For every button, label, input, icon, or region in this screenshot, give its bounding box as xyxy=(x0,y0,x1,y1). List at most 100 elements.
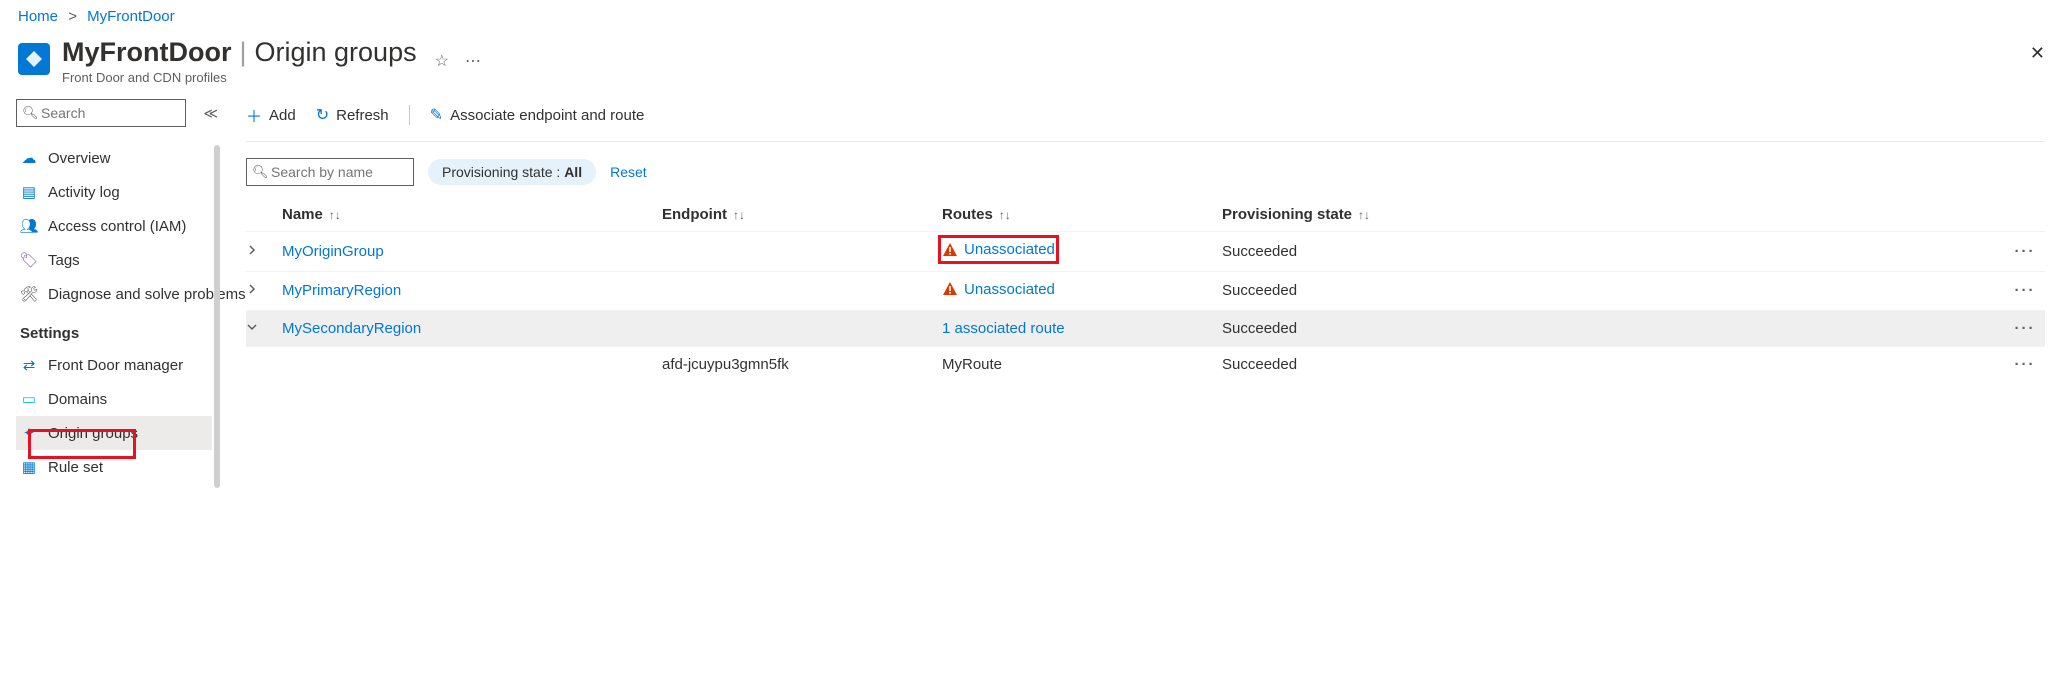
section-name: Origin groups xyxy=(255,37,417,68)
origin-group-name-link[interactable]: MySecondaryRegion xyxy=(282,320,421,337)
filter-search-input[interactable] xyxy=(246,158,414,186)
sidebar-item-frontdoor-manager[interactable]: ⇄ Front Door manager xyxy=(16,348,212,382)
row-more-actions-icon[interactable]: ··· xyxy=(2005,243,2045,260)
add-button-label: Add xyxy=(269,107,296,124)
sidebar-item-rule-set[interactable]: ▦ Rule set xyxy=(16,450,212,484)
row-more-actions-icon[interactable]: ··· xyxy=(2005,282,2045,299)
tag-icon: 🏷 xyxy=(20,251,38,269)
refresh-button-label: Refresh xyxy=(336,107,389,124)
refresh-button[interactable]: ↻ Refresh xyxy=(316,105,389,125)
sidebar-nav: ☁ Overview ▤ Activity log 👥︎ Access cont… xyxy=(16,141,218,484)
sidebar-item-origin-groups[interactable]: ✦ Origin groups xyxy=(16,416,212,450)
cloud-icon: ☁ xyxy=(20,149,38,167)
pill-key: Provisioning state : xyxy=(442,164,560,180)
collapse-sidebar-icon[interactable]: ≪ xyxy=(203,105,218,122)
sidebar-item-tags[interactable]: 🏷 Tags xyxy=(16,243,212,277)
routes-cell: Unassociated xyxy=(942,281,1055,298)
filter-search: 🔍︎ xyxy=(246,158,414,186)
log-icon: ▤ xyxy=(20,183,38,201)
table-row: MyPrimaryRegion Unassociated Succeeded ··· xyxy=(246,271,2045,311)
sidebar-item-overview[interactable]: ☁ Overview xyxy=(16,141,212,175)
close-button[interactable]: ✕ xyxy=(2030,43,2045,64)
command-toolbar: ＋ Add ↻ Refresh ✎ Associate endpoint and… xyxy=(246,99,2045,142)
title-separator: | xyxy=(239,37,246,68)
sidebar-item-label: Activity log xyxy=(48,184,120,201)
breadcrumb-current-link[interactable]: MyFrontDoor xyxy=(87,8,175,25)
table-row: afd-jcuypu3gmn5fkMyRoute Succeeded ··· xyxy=(246,346,2045,382)
routes-link[interactable]: Unassociated xyxy=(964,241,1055,258)
sidebar-item-domains[interactable]: ▭ Domains xyxy=(16,382,212,416)
col-header-name[interactable]: Name↑↓ xyxy=(282,206,662,223)
associate-button[interactable]: ✎ Associate endpoint and route xyxy=(430,105,645,125)
sort-icon: ↑↓ xyxy=(733,208,745,222)
origin-icon: ✦ xyxy=(20,424,38,442)
add-button[interactable]: ＋ Add xyxy=(246,103,296,127)
chevron-right-icon[interactable] xyxy=(246,283,258,295)
provisioning-state-cell: Succeeded xyxy=(1222,356,1462,373)
origin-group-name-link[interactable]: MyOriginGroup xyxy=(282,243,384,260)
warning-icon xyxy=(942,242,958,258)
provisioning-state-cell: Succeeded xyxy=(1222,282,1462,299)
page-title: MyFrontDoor | Origin groups xyxy=(62,37,417,68)
sidebar-item-label: Domains xyxy=(48,391,107,408)
col-header-state[interactable]: Provisioning state↑↓ xyxy=(1222,206,1462,223)
sidebar-search: 🔍︎ xyxy=(16,99,195,127)
sort-icon: ↑↓ xyxy=(999,208,1011,222)
routes-cell: Unassociated xyxy=(942,241,1055,258)
wrench-icon: 🛠 xyxy=(20,285,38,303)
resource-icon xyxy=(18,43,50,75)
provisioning-state-filter-pill[interactable]: Provisioning state : All xyxy=(428,159,596,185)
table-header-row: Name↑↓ Endpoint↑↓ Routes↑↓ Provisioning … xyxy=(246,198,2045,231)
more-actions-icon[interactable]: ⋯ xyxy=(465,51,481,71)
provisioning-state-cell: Succeeded xyxy=(1222,243,1462,260)
favorite-star-icon[interactable]: ☆ xyxy=(435,51,449,71)
people-icon: 👥︎ xyxy=(20,217,38,235)
origin-group-name-link[interactable]: MyPrimaryRegion xyxy=(282,282,401,299)
routes-cell: 1 associated route xyxy=(942,320,1065,337)
sidebar-item-label: Origin groups xyxy=(48,425,138,442)
sidebar: 🔍︎ ≪ ☁ Overview ▤ Activity log 👥︎ Access… xyxy=(0,99,218,484)
provisioning-state-cell: Succeeded xyxy=(1222,320,1462,337)
table-row: MyOriginGroup Unassociated Succeeded ··· xyxy=(246,231,2045,271)
search-icon: 🔍︎ xyxy=(252,164,269,180)
col-header-routes[interactable]: Routes↑↓ xyxy=(942,206,1222,223)
sort-icon: ↑↓ xyxy=(329,208,341,222)
associate-button-label: Associate endpoint and route xyxy=(450,107,644,124)
associate-icon: ✎ xyxy=(430,105,443,125)
routes-link[interactable]: Unassociated xyxy=(964,281,1055,298)
sidebar-item-access-control[interactable]: 👥︎ Access control (IAM) xyxy=(16,209,212,243)
toolbar-separator xyxy=(409,105,410,125)
sidebar-section-settings: Settings xyxy=(16,311,212,348)
endpoint-cell: afd-jcuypu3gmn5fk xyxy=(662,356,942,373)
resource-subtitle: Front Door and CDN profiles xyxy=(62,70,417,85)
plus-icon: ＋ xyxy=(246,103,262,127)
sidebar-item-diagnose[interactable]: 🛠 Diagnose and solve problems xyxy=(16,277,212,311)
sidebar-item-label: Access control (IAM) xyxy=(48,218,186,235)
resource-name: MyFrontDoor xyxy=(62,37,231,68)
routes-cell: MyRoute xyxy=(942,356,1002,373)
sort-icon: ↑↓ xyxy=(1358,208,1370,222)
breadcrumb-home-link[interactable]: Home xyxy=(18,8,58,25)
sidebar-item-label: Front Door manager xyxy=(48,357,183,374)
origin-groups-table: Name↑↓ Endpoint↑↓ Routes↑↓ Provisioning … xyxy=(246,198,2045,382)
row-more-actions-icon[interactable]: ··· xyxy=(2005,320,2045,337)
sidebar-item-label: Tags xyxy=(48,252,80,269)
warning-icon xyxy=(942,281,958,297)
sidebar-item-activity-log[interactable]: ▤ Activity log xyxy=(16,175,212,209)
breadcrumb: Home > MyFrontDoor xyxy=(0,0,2065,29)
routes-link[interactable]: 1 associated route xyxy=(942,320,1065,337)
col-header-endpoint[interactable]: Endpoint↑↓ xyxy=(662,206,942,223)
reset-filters-link[interactable]: Reset xyxy=(610,164,647,180)
sidebar-search-input[interactable] xyxy=(16,99,186,127)
sidebar-item-label: Rule set xyxy=(48,459,103,476)
main-content: ＋ Add ↻ Refresh ✎ Associate endpoint and… xyxy=(218,99,2065,484)
chevron-down-icon[interactable] xyxy=(246,321,258,333)
row-more-actions-icon[interactable]: ··· xyxy=(2005,356,2045,373)
filter-row: 🔍︎ Provisioning state : All Reset xyxy=(246,142,2045,198)
domain-icon: ▭ xyxy=(20,390,38,408)
chevron-right-icon[interactable] xyxy=(246,244,258,256)
sidebar-item-label: Overview xyxy=(48,150,111,167)
title-block: MyFrontDoor | Origin groups Front Door a… xyxy=(62,37,417,85)
routes-text: MyRoute xyxy=(942,356,1002,373)
table-row: MySecondaryRegion 1 associated route Succe… xyxy=(246,310,2045,346)
